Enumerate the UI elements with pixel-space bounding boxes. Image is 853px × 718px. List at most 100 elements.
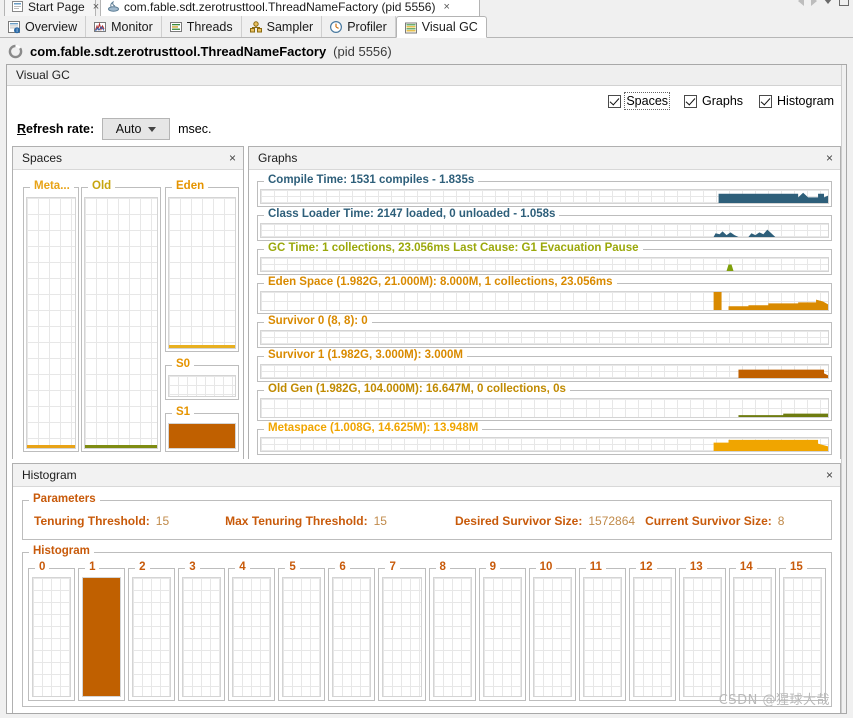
histogram-bucket-chart [482, 577, 522, 697]
close-icon[interactable]: × [229, 151, 236, 165]
graph-class-loader-time[interactable]: Class Loader Time: 2147 loaded, 0 unload… [257, 208, 832, 241]
process-name: com.fable.sdt.zerotrusttool.ThreadNameFa… [30, 43, 327, 59]
histogram-bucket-chart [282, 577, 322, 697]
histogram-bucket-chart [582, 577, 622, 697]
maximize-icon[interactable] [839, 0, 849, 6]
checkbox-icon[interactable] [608, 94, 622, 108]
space-s0[interactable]: S0 [165, 358, 239, 400]
graph-inner [260, 364, 829, 379]
graph-eden-space[interactable]: Eden Space (1.982G, 21.000M): 8.000M, 1 … [257, 276, 832, 314]
histogram-bucket[interactable]: 9 [478, 561, 526, 701]
watermark: CSDN @猩球大哉 [718, 693, 830, 708]
checkbox-icon[interactable] [759, 94, 773, 108]
close-icon[interactable]: × [93, 1, 99, 13]
space-meta[interactable]: Meta... [23, 180, 79, 452]
histogram-bucket[interactable]: 7 [378, 561, 426, 701]
histogram-bucket[interactable]: 1 [78, 561, 126, 701]
metaspace-trace [260, 437, 829, 452]
histogram-bucket-label: 5 [285, 561, 300, 574]
space-s1[interactable]: S1 [165, 406, 239, 452]
histogram-bucket[interactable]: 14 [728, 561, 776, 701]
histogram-bucket[interactable]: 8 [428, 561, 476, 701]
histogram-bucket-label: 11 [585, 561, 606, 574]
space-label: S1 [172, 406, 195, 419]
graph-metaspace[interactable]: Metaspace (1.008G, 14.625M): 13.948M [257, 422, 832, 455]
histogram-bucket[interactable]: 5 [278, 561, 326, 701]
threads-icon [169, 20, 182, 33]
tab-sampler[interactable]: Sampler [241, 16, 323, 37]
monitor-icon [93, 20, 107, 33]
checkbox-label: Graphs [702, 94, 744, 108]
panel-title: Visual GC [7, 65, 846, 86]
survivor-1-trace [260, 364, 829, 379]
graph-inner [260, 437, 829, 452]
nav-forward-arrow-icon[interactable] [811, 0, 817, 6]
histogram-group: Histogram 0 1 2 3 4 5 6 7 8 9 10 11 12 13 14 15 [22, 545, 832, 707]
close-icon[interactable]: × [826, 151, 833, 165]
graph-old-gen[interactable]: Old Gen (1.982G, 104.000M): 16.647M, 0 c… [257, 383, 832, 421]
histogram-bucket[interactable]: 4 [228, 561, 276, 701]
graph-inner [260, 223, 829, 238]
histogram-bucket[interactable]: 11 [578, 561, 626, 701]
histogram-bucket-inner [132, 577, 172, 697]
tab-threads[interactable]: Threads [161, 16, 242, 37]
start-page-icon [11, 0, 24, 13]
class-loader-time-trace [260, 223, 829, 238]
close-icon[interactable]: × [826, 468, 833, 482]
chevron-down-icon[interactable] [148, 126, 157, 132]
refresh-rate-combo[interactable]: Auto [102, 118, 171, 140]
histogram-bucket-label: 8 [435, 561, 450, 574]
graph-survivor-0[interactable]: Survivor 0 (8, 8): 0 [257, 315, 832, 348]
histogram-header: Histogram × [13, 464, 840, 487]
chevron-down-icon[interactable] [824, 0, 832, 4]
histogram-bucket[interactable]: 6 [328, 561, 376, 701]
space-eden[interactable]: Eden [165, 180, 239, 352]
histogram-bucket-chart [82, 577, 122, 697]
overview-icon: i [7, 20, 20, 34]
tab-visual-gc[interactable]: Visual GC [395, 16, 487, 38]
space-inner [168, 423, 236, 449]
checkbox-spaces[interactable]: Spaces [608, 92, 671, 110]
spaces-window: Spaces × Meta... Old Eden S0 S1 [12, 146, 244, 459]
graph-gc-time[interactable]: GC Time: 1 collections, 23.056ms Last Ca… [257, 242, 832, 275]
document-tab-start-page[interactable]: Start Page × [4, 0, 99, 16]
histogram-bucket-inner [382, 577, 422, 697]
histogram-bucket-chart [332, 577, 372, 697]
tab-overview[interactable]: i Overview [0, 16, 87, 37]
histogram-bucket[interactable]: 10 [528, 561, 576, 701]
histogram-bucket[interactable]: 0 [28, 561, 76, 701]
tab-monitor[interactable]: Monitor [86, 16, 162, 37]
tab-label: Threads [186, 19, 233, 34]
histogram-bucket[interactable]: 15 [778, 561, 826, 701]
eden-space-trace [260, 291, 829, 311]
histogram-bucket[interactable]: 12 [628, 561, 676, 701]
checkbox-icon[interactable] [684, 94, 698, 108]
profiler-clock-icon [329, 20, 343, 34]
histogram-bucket[interactable]: 13 [678, 561, 726, 701]
histogram-bucket[interactable]: 3 [178, 561, 226, 701]
max-tenuring-threshold-value: 15 [373, 514, 387, 528]
close-icon[interactable]: × [443, 1, 449, 13]
checkbox-graphs[interactable]: Graphs [684, 94, 743, 108]
histogram-bucket[interactable]: 2 [128, 561, 176, 701]
histogram-bucket-inner [682, 577, 722, 697]
desired-survivor-size-label: Desired Survivor Size: [454, 514, 583, 528]
space-old[interactable]: Old [81, 180, 161, 452]
jvm-icon [107, 0, 120, 13]
checkbox-histogram[interactable]: Histogram [759, 94, 834, 108]
tenuring-threshold-value: 15 [155, 514, 170, 528]
tab-profiler[interactable]: Profiler [322, 16, 396, 37]
histogram-window: Histogram × Parameters Tenuring Threshol… [12, 463, 841, 713]
document-tab-process[interactable]: com.fable.sdt.zerotrusttool.ThreadNameFa… [100, 0, 480, 16]
histogram-bucket-inner [532, 577, 572, 697]
histogram-bucket-chart [632, 577, 672, 697]
graph-survivor-1[interactable]: Survivor 1 (1.982G, 3.000M): 3.000M [257, 349, 832, 382]
nav-back-arrow-icon[interactable] [798, 0, 804, 6]
histogram-bucket-chart [732, 577, 772, 697]
desired-survivor-size-value: 1572864 [588, 514, 636, 528]
histogram-bucket-chart [232, 577, 272, 697]
vertical-scrollbar[interactable] [841, 65, 846, 713]
histogram-bucket-label: 10 [535, 561, 557, 574]
graph-compile-time[interactable]: Compile Time: 1531 compiles - 1.835s [257, 174, 832, 207]
space-label: Meta... [30, 180, 74, 193]
